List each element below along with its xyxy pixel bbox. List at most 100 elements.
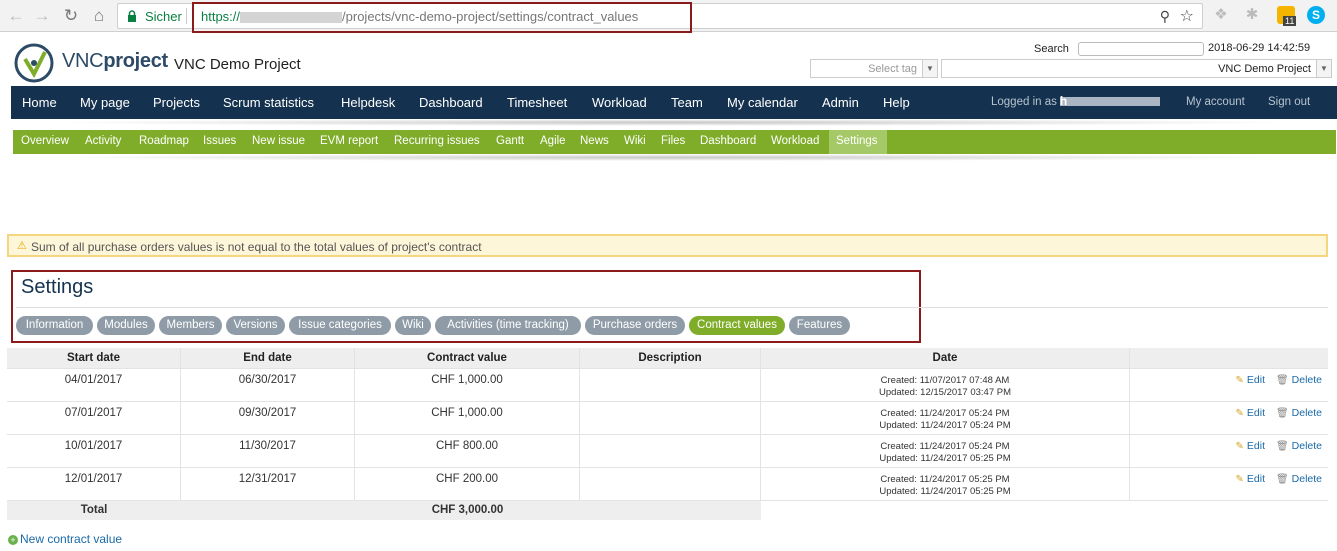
logo-icon[interactable] xyxy=(13,42,55,84)
project-menu-item-settings[interactable]: Settings xyxy=(836,135,878,147)
project-menu-item-overview[interactable]: Overview xyxy=(21,135,69,147)
project-menu-item-evm-report[interactable]: EVM report xyxy=(320,135,378,147)
edit-link[interactable]: ✎ Edit xyxy=(1236,473,1265,485)
col-contract-value: Contract value xyxy=(355,348,580,368)
delete-label: Delete xyxy=(1291,473,1322,485)
redacted-username[interactable] xyxy=(1059,97,1160,107)
end-date-cell: 11/30/2017 xyxy=(181,435,355,467)
project-menu-item-files[interactable]: Files xyxy=(661,135,685,147)
warning-message: Sum of all purchase orders values is not… xyxy=(31,240,482,254)
bookmark-star-icon[interactable]: ☆ xyxy=(1180,6,1194,26)
top-menu-item-my-calendar[interactable]: My calendar xyxy=(727,95,798,110)
tab-versions[interactable]: Versions xyxy=(226,316,285,335)
mail-extension-icon[interactable]: 11 xyxy=(1277,6,1297,26)
reload-icon[interactable]: ↻ xyxy=(61,6,81,26)
delete-link[interactable]: 🗑 Delete xyxy=(1276,407,1322,419)
my-account-link[interactable]: My account xyxy=(1186,96,1245,108)
start-date-cell: 07/01/2017 xyxy=(7,402,181,434)
redacted-host xyxy=(240,12,343,24)
tab-contract-values[interactable]: Contract values xyxy=(689,316,785,335)
tab-members[interactable]: Members xyxy=(159,316,222,335)
chevron-down-icon: ▼ xyxy=(1316,60,1331,77)
tab-modules[interactable]: Modules xyxy=(97,316,155,335)
project-menu-item-recurring-issues[interactable]: Recurring issues xyxy=(394,135,480,147)
project-select[interactable]: VNC Demo Project ▼ xyxy=(941,59,1332,78)
pencil-icon: ✎ xyxy=(1235,375,1244,386)
description-cell xyxy=(580,435,761,467)
zoom-icon[interactable]: ⚲ xyxy=(1160,8,1170,25)
pencil-icon: ✎ xyxy=(1235,408,1244,419)
start-date-cell: 10/01/2017 xyxy=(7,435,181,467)
logo-light: VNC xyxy=(62,50,104,72)
trash-icon: 🗑 xyxy=(1275,375,1289,386)
trash-icon: 🗑 xyxy=(1275,441,1289,452)
project-menu-item-activity[interactable]: Activity xyxy=(85,135,121,147)
total-label: Total xyxy=(80,504,108,516)
top-menu-item-my-page[interactable]: My page xyxy=(80,95,130,110)
logged-in-text: Logged in as xyxy=(991,96,1057,108)
project-menu-item-wiki[interactable]: Wiki xyxy=(624,135,646,147)
top-menu-item-scrum-statistics[interactable]: Scrum statistics xyxy=(223,95,314,110)
url-text[interactable]: https:// /projects/vnc-demo-project/setti… xyxy=(201,9,638,24)
project-menu-item-roadmap[interactable]: Roadmap xyxy=(139,135,189,147)
project-menu-item-new-issue[interactable]: New issue xyxy=(252,135,305,147)
edit-link[interactable]: ✎ Edit xyxy=(1236,407,1265,419)
description-cell xyxy=(580,369,761,401)
project-menu-item-workload[interactable]: Workload xyxy=(771,135,819,147)
description-cell xyxy=(580,402,761,434)
dropbox-extension-icon[interactable]: ❖ xyxy=(1212,6,1230,24)
top-menu-item-projects[interactable]: Projects xyxy=(153,95,200,110)
project-menu-item-news[interactable]: News xyxy=(580,135,609,147)
top-menu-item-dashboard[interactable]: Dashboard xyxy=(419,95,483,110)
top-menu-item-timesheet[interactable]: Timesheet xyxy=(507,95,567,110)
edit-link[interactable]: ✎ Edit xyxy=(1236,374,1265,386)
project-menu-item-gantt[interactable]: Gantt xyxy=(496,135,524,147)
new-contract-value-link[interactable]: + New contract value xyxy=(8,532,122,546)
puzzle-extension-icon[interactable]: ✱ xyxy=(1243,6,1261,24)
delete-label: Delete xyxy=(1291,407,1322,419)
project-menu-item-agile[interactable]: Agile xyxy=(540,135,566,147)
end-date-cell: 09/30/2017 xyxy=(181,402,355,434)
tab-activities[interactable]: Activities (time tracking) xyxy=(435,316,581,335)
chevron-down-icon: ▼ xyxy=(922,60,937,77)
tab-purchase-orders[interactable]: Purchase orders xyxy=(585,316,685,335)
top-menu-item-help[interactable]: Help xyxy=(883,95,910,110)
logo-text[interactable]: VNCproject xyxy=(62,50,168,73)
add-icon: + xyxy=(8,534,18,545)
delete-link[interactable]: 🗑 Delete xyxy=(1276,374,1322,386)
date-cell: Created: 11/24/2017 05:25 PM Updated: 11/… xyxy=(761,468,1130,500)
home-icon[interactable]: ⌂ xyxy=(89,6,109,26)
project-menu-item-issues[interactable]: Issues xyxy=(203,135,236,147)
edit-link[interactable]: ✎ Edit xyxy=(1236,440,1265,452)
notification-badge: 11 xyxy=(1283,16,1297,26)
back-arrow-icon[interactable]: ← xyxy=(6,6,26,26)
address-bar[interactable]: Sicher https:// /projects/vnc-demo-projec… xyxy=(117,2,1203,33)
delete-link[interactable]: 🗑 Delete xyxy=(1276,473,1322,485)
project-menu: Overview Activity Roadmap Issues New iss… xyxy=(13,130,1336,154)
top-menu-item-team[interactable]: Team xyxy=(671,95,703,110)
skype-extension-icon[interactable]: S xyxy=(1307,6,1325,24)
top-menu-item-home[interactable]: Home xyxy=(22,95,57,110)
divider xyxy=(186,8,187,24)
logged-in-label: Logged in as xyxy=(991,96,1160,108)
delete-link[interactable]: 🗑 Delete xyxy=(1276,440,1322,452)
actions-cell: ✎ Edit 🗑 Delete xyxy=(1130,369,1328,401)
created-text: Created: 11/24/2017 05:24 PM xyxy=(880,441,1010,452)
datetime: 2018-06-29 14:42:59 xyxy=(1208,42,1311,54)
sign-out-link[interactable]: Sign out xyxy=(1268,96,1310,108)
top-menu-item-admin[interactable]: Admin xyxy=(822,95,859,110)
tab-issue-categories[interactable]: Issue categories xyxy=(289,316,391,335)
tag-select[interactable]: Select tag ▼ xyxy=(810,59,938,78)
forward-arrow-icon[interactable]: → xyxy=(32,6,52,26)
search-input[interactable] xyxy=(1078,42,1204,56)
tab-wiki[interactable]: Wiki xyxy=(395,316,431,335)
col-actions xyxy=(1130,348,1328,368)
table-row: 12/01/2017 12/31/2017 CHF 200.00 Created… xyxy=(7,468,1328,501)
edit-label: Edit xyxy=(1246,473,1266,485)
tab-information[interactable]: Information xyxy=(16,316,93,335)
top-menu-item-helpdesk[interactable]: Helpdesk xyxy=(341,95,395,110)
top-menu-item-workload[interactable]: Workload xyxy=(592,95,647,110)
tab-features[interactable]: Features xyxy=(789,316,850,335)
start-date-cell: 04/01/2017 xyxy=(7,369,181,401)
project-menu-item-dashboard[interactable]: Dashboard xyxy=(700,135,756,147)
